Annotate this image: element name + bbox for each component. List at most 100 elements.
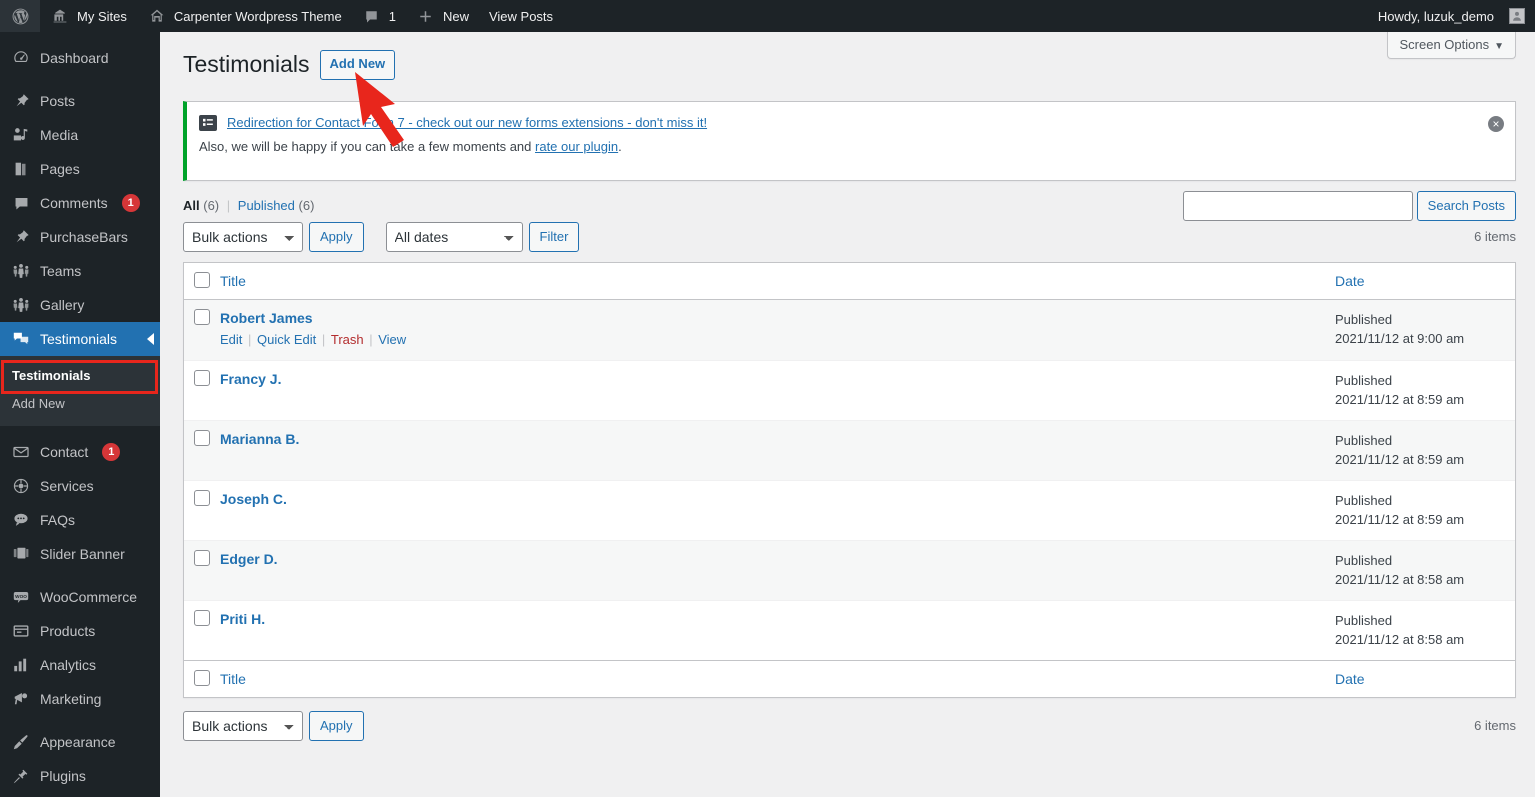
- woocommerce-icon: WOO: [11, 587, 31, 607]
- sites-icon: [50, 6, 70, 26]
- table-row: Robert James Edit | Quick Edit | Trash | …: [184, 299, 1515, 360]
- home-icon: [147, 6, 167, 26]
- apply-button-bottom[interactable]: Apply: [309, 710, 364, 741]
- main-content: Screen Options ▼ Testimonials Add New Red…: [160, 32, 1535, 797]
- sidebar-item-slider-banner[interactable]: Slider Banner: [0, 537, 160, 571]
- screen-options-button[interactable]: Screen Options ▼: [1387, 32, 1516, 59]
- sidebar-item-label: Appearance: [40, 734, 116, 750]
- sidebar-item-contact[interactable]: Contact 1: [0, 435, 160, 469]
- sidebar-subitem-testimonials[interactable]: Testimonials: [0, 362, 160, 390]
- date-filter-select[interactable]: All dates: [385, 221, 523, 252]
- admin-bar-item-new[interactable]: New: [406, 0, 479, 32]
- view-link-all[interactable]: All: [183, 198, 200, 213]
- email-icon: [11, 442, 31, 462]
- search-row: Search Posts: [1182, 190, 1516, 221]
- admin-bar-item-my-sites[interactable]: My Sites: [40, 0, 137, 32]
- row-title-cell: Edger D.: [220, 539, 1335, 600]
- filter-button[interactable]: Filter: [528, 221, 580, 252]
- sidebar-item-label: Marketing: [40, 691, 102, 707]
- sidebar-item-analytics[interactable]: Analytics: [0, 648, 160, 682]
- notice-link[interactable]: Redirection for Contact Form 7 - check o…: [227, 115, 707, 130]
- sidebar-item-faqs[interactable]: FAQs: [0, 503, 160, 537]
- row-date: 2021/11/12 at 8:59 am: [1335, 512, 1465, 528]
- row-status: Published: [1335, 492, 1393, 508]
- rate-plugin-link[interactable]: rate our plugin: [535, 139, 618, 154]
- displaying-num-bottom: 6 items: [1474, 718, 1516, 734]
- row-title-cell: Priti H.: [220, 599, 1335, 660]
- row-title-link[interactable]: Edger D.: [220, 551, 278, 567]
- row-checkbox[interactable]: [194, 369, 210, 386]
- column-footer-date[interactable]: Date: [1335, 659, 1515, 697]
- paintbrush-icon: [11, 732, 31, 752]
- testimonials-table: Title Date Robert James Edit | Quick Edit…: [183, 261, 1516, 698]
- admin-bar-my-account[interactable]: Howdy, luzuk_demo: [1368, 0, 1535, 32]
- sidebar-item-woocommerce[interactable]: WOO WooCommerce: [0, 580, 160, 614]
- notice-line2-suffix: .: [618, 138, 622, 154]
- testimonials-icon: [11, 329, 31, 349]
- search-posts-button[interactable]: Search Posts: [1416, 190, 1516, 221]
- column-footer-title[interactable]: Title: [220, 659, 1335, 697]
- sidebar-item-posts[interactable]: Posts: [0, 84, 160, 118]
- add-new-button[interactable]: Add New: [319, 50, 396, 80]
- sidebar-item-media[interactable]: Media: [0, 118, 160, 152]
- sidebar-item-purchasebars[interactable]: PurchaseBars: [0, 220, 160, 254]
- row-date-cell: Published 2021/11/12 at 8:58 am: [1335, 599, 1515, 660]
- sidebar-item-gallery[interactable]: Gallery: [0, 288, 160, 322]
- row-action-quick-edit[interactable]: Quick Edit: [257, 332, 316, 347]
- row-select-cell: [184, 539, 220, 600]
- sidebar-item-pages[interactable]: Pages: [0, 152, 160, 186]
- select-all-checkbox-bottom[interactable]: [194, 669, 210, 686]
- tablenav-bottom: Bulk actions Apply 6 items: [183, 710, 1516, 741]
- sidebar-subitem-add-new[interactable]: Add New: [0, 390, 160, 418]
- menu-spacer: [0, 426, 160, 435]
- column-header-title[interactable]: Title: [220, 262, 1335, 300]
- bulk-actions-group-bottom: Bulk actions Apply: [183, 710, 364, 741]
- row-title-link[interactable]: Priti H.: [220, 611, 265, 627]
- view-link-published[interactable]: Published: [238, 198, 295, 213]
- table-footer-row: Title Date: [184, 659, 1515, 697]
- row-checkbox[interactable]: [194, 489, 210, 506]
- tablenav-top: Bulk actions Apply All dates Filter Sear…: [183, 190, 1516, 252]
- bulk-actions-select-bottom[interactable]: Bulk actions: [183, 710, 303, 741]
- sidebar-item-teams[interactable]: Teams: [0, 254, 160, 288]
- sidebar-item-services[interactable]: Services: [0, 469, 160, 503]
- column-header-date[interactable]: Date: [1335, 262, 1515, 300]
- row-action-trash[interactable]: Trash: [331, 332, 364, 347]
- row-action-edit[interactable]: Edit: [220, 332, 242, 347]
- sidebar-item-dashboard[interactable]: Dashboard: [0, 41, 160, 75]
- svg-text:WOO: WOO: [15, 594, 27, 599]
- sidebar-item-appearance[interactable]: Appearance: [0, 725, 160, 759]
- apply-button-top[interactable]: Apply: [309, 221, 364, 252]
- sidebar-item-products[interactable]: Products: [0, 614, 160, 648]
- groups-icon: [11, 261, 31, 281]
- wordpress-logo-button[interactable]: [0, 0, 40, 32]
- row-checkbox[interactable]: [194, 429, 210, 446]
- sidebar-item-plugins[interactable]: Plugins: [0, 759, 160, 793]
- page-title: Testimonials: [183, 51, 310, 77]
- admin-bar-item-site-name[interactable]: Carpenter Wordpress Theme: [137, 0, 352, 32]
- groups-icon: [11, 295, 31, 315]
- sidebar-item-marketing[interactable]: Marketing: [0, 682, 160, 716]
- notice-primary-line: Redirection for Contact Form 7 - check o…: [199, 114, 1503, 131]
- admin-bar-item-comments[interactable]: 1: [352, 0, 406, 32]
- row-checkbox[interactable]: [194, 609, 210, 626]
- admin-bar-item-view-posts[interactable]: View Posts: [479, 0, 563, 32]
- search-box: Search Posts 6 items: [1182, 190, 1516, 244]
- select-all-checkbox-top[interactable]: [194, 271, 210, 288]
- row-date-cell: Published 2021/11/12 at 8:58 am: [1335, 539, 1515, 600]
- row-title-link[interactable]: Francy J.: [220, 371, 281, 387]
- plugin-notice: Redirection for Contact Form 7 - check o…: [183, 100, 1516, 181]
- media-icon: [11, 125, 31, 145]
- menu-spacer: [0, 32, 160, 41]
- sidebar-item-testimonials[interactable]: Testimonials: [0, 322, 160, 356]
- close-icon[interactable]: ×: [1488, 115, 1504, 132]
- row-checkbox[interactable]: [194, 549, 210, 566]
- row-action-view[interactable]: View: [378, 332, 406, 347]
- sidebar-item-comments[interactable]: Comments 1: [0, 186, 160, 220]
- row-checkbox[interactable]: [194, 308, 210, 325]
- search-input[interactable]: [1182, 190, 1413, 221]
- row-title-link[interactable]: Marianna B.: [220, 431, 299, 447]
- bulk-actions-select-top[interactable]: Bulk actions: [183, 221, 303, 252]
- row-title-link[interactable]: Robert James: [220, 310, 313, 326]
- row-title-link[interactable]: Joseph C.: [220, 491, 287, 507]
